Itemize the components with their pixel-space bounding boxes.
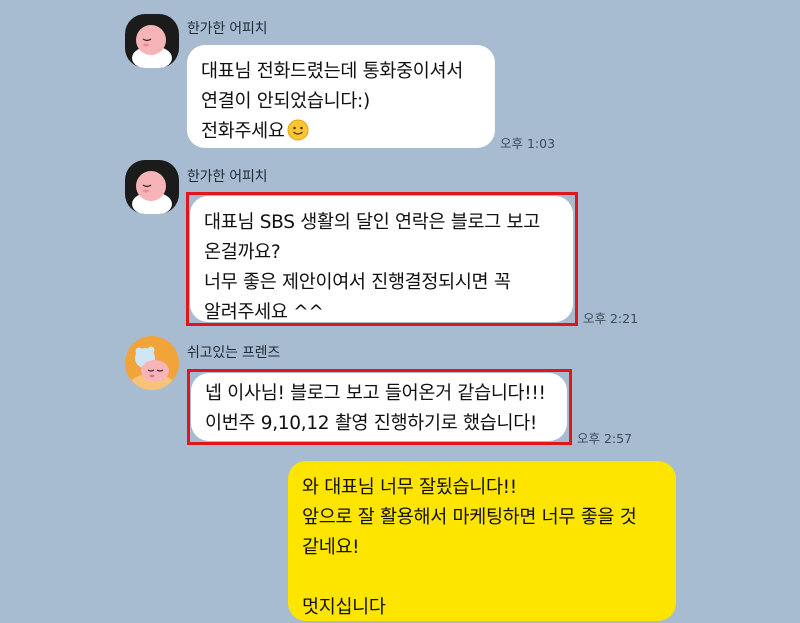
- message-line: 같네요!: [302, 537, 360, 558]
- sender-name: 쉬고있는 프렌즈: [187, 345, 281, 361]
- message-line: 알려주세요 ^^: [204, 302, 324, 323]
- message-time: 오후 2:21: [583, 311, 639, 326]
- message-line: 이번주 9,10,12 촬영 진행하기로 했습니다!: [205, 413, 538, 434]
- message-line: 멋지십니다: [302, 597, 386, 618]
- message-line: 전화주세요: [201, 121, 285, 142]
- message-line: 대표님 전화드렸는데 통화중이셔서: [201, 61, 463, 82]
- message-line: 넵 이사님! 블로그 보고 들어온거 같습니다!!!: [205, 383, 546, 404]
- apeach-avatar[interactable]: [125, 14, 179, 68]
- message-line: 너무 좋은 제안이여서 진행결정되시면 꼭: [204, 272, 511, 293]
- message-line: 대표님 SBS 생활의 달인 연락은 블로그 보고: [204, 212, 540, 233]
- message-time: 오후 2:57: [577, 431, 633, 446]
- sender-name: 한가한 어피치: [187, 169, 268, 185]
- sender-name: 한가한 어피치: [187, 21, 268, 37]
- apeach-avatar[interactable]: [125, 160, 179, 214]
- friends-avatar[interactable]: [125, 336, 179, 390]
- message-line: 앞으로 잘 활용해서 마케팅하면 너무 좋을 것: [302, 507, 637, 528]
- message-time: 오후 1:03: [500, 136, 556, 151]
- message-line: 와 대표님 너무 잘됬습니다!!: [302, 477, 517, 498]
- message-line: 온걸까요?: [204, 242, 281, 263]
- message-line: 연결이 안되었습니다:): [201, 91, 370, 112]
- message-bubble[interactable]: 대표님 SBS 생활의 달인 연락은 블로그 보고 온걸까요? 너무 좋은 제안…: [190, 196, 573, 323]
- message-line: [302, 563, 662, 593]
- my-message-bubble[interactable]: 와 대표님 너무 잘됬습니다!! 앞으로 잘 활용해서 마케팅하면 너무 좋을 …: [288, 461, 676, 621]
- smile-emoji-icon: [287, 119, 309, 141]
- message-bubble[interactable]: 넵 이사님! 블로그 보고 들어온거 같습니다!!! 이번주 9,10,12 촬…: [191, 373, 567, 441]
- message-bubble[interactable]: 대표님 전화드렸는데 통화중이셔서 연결이 안되었습니다:) 전화주세요: [187, 45, 495, 148]
